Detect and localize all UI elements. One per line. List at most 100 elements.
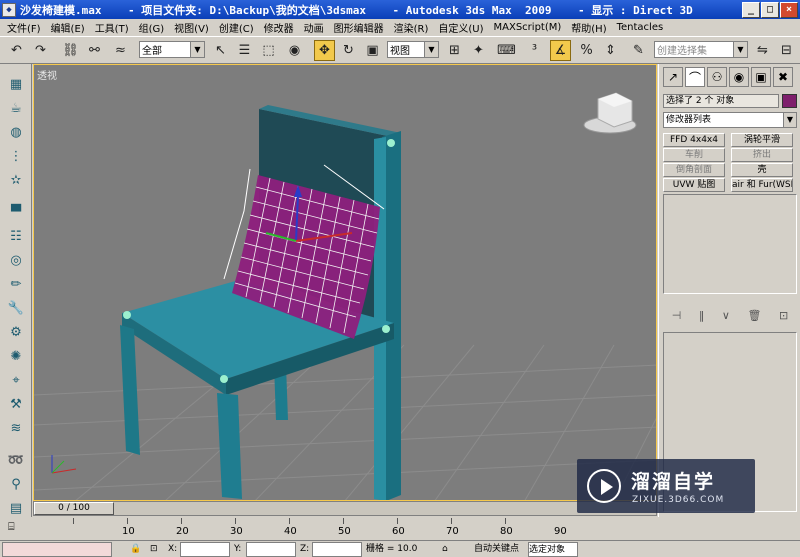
menu-help[interactable]: 帮助(H) (566, 20, 611, 35)
auto-key-button[interactable]: 自动关键点 (474, 542, 526, 557)
lock-icon[interactable]: 🔒 (130, 542, 144, 557)
menu-customize[interactable]: 自定义(U) (433, 20, 488, 35)
bones-icon[interactable]: ⚒ (6, 394, 26, 414)
ref-coord-dropdown[interactable]: 视图 ▼ (387, 41, 439, 58)
selected-object-dropdown[interactable]: 选定对象 (528, 542, 578, 557)
menu-animation[interactable]: 动画 (299, 20, 329, 35)
menu-graph-editors[interactable]: 图形编辑器 (329, 20, 389, 35)
layers-icon[interactable]: ☷ (6, 226, 26, 246)
absolute-mode-icon[interactable]: ⊡ (150, 542, 164, 557)
menu-group[interactable]: 组(G) (134, 20, 170, 35)
undo-icon[interactable]: ↶ (6, 40, 27, 61)
menu-views[interactable]: 视图(V) (169, 20, 214, 35)
maximize-button[interactable]: □ (761, 1, 779, 18)
modify-tab-icon[interactable]: ⌒ (685, 67, 705, 87)
hierarchy-tab-icon[interactable]: ⚇ (707, 67, 727, 87)
create-tab-icon[interactable]: ↗ (663, 67, 683, 87)
select-by-name-icon[interactable]: ☰ (234, 40, 255, 61)
scale-icon[interactable]: ▣ (362, 40, 383, 61)
minimize-button[interactable]: _ (742, 1, 760, 18)
grid-helper-icon[interactable]: ▦ (6, 74, 26, 94)
pin-stack-icon[interactable]: ⊣ (672, 309, 682, 322)
percent-snap-icon[interactable]: % (576, 40, 597, 61)
cloth-icon[interactable]: ▤ (6, 498, 26, 518)
select-object-icon[interactable]: ↖ (210, 40, 231, 61)
time-slider-thumb[interactable]: 0 / 100 (34, 502, 114, 515)
select-manipulate-icon[interactable]: ✦ (468, 40, 489, 61)
redo-icon[interactable]: ↷ (30, 40, 51, 61)
modifier-button-extrude[interactable]: 挤出 (731, 148, 793, 162)
menu-tools[interactable]: 工具(T) (90, 20, 134, 35)
maxscript-listener[interactable] (2, 542, 112, 557)
modifier-list-dropdown[interactable]: 修改器列表 ▼ (663, 112, 797, 128)
menu-file[interactable]: 文件(F) (2, 20, 46, 35)
display-tab-icon[interactable]: ▣ (751, 67, 771, 87)
window-crossing-icon[interactable]: ◉ (284, 40, 305, 61)
time-tag-icon[interactable]: ⌂ (442, 542, 470, 557)
pencil-icon[interactable]: ✏ (6, 274, 26, 294)
track-bar[interactable]: 10 20 30 40 50 60 70 80 90 (33, 516, 657, 540)
snaps-toggle-icon[interactable]: ³ (524, 40, 545, 61)
unlink-icon[interactable]: ⚯ (84, 40, 105, 61)
modifier-button-hair-fur[interactable]: air 和 Fur(WSM (731, 178, 793, 192)
left-toolbar: ▦ ☕ ◍ ⋮ ✫ ▀ ☷ ◎ ✏ 🔧 ⚙ ✺ ⌖ ⚒ ≋ ➿ ⚲ ▤ (0, 64, 32, 517)
gear-icon[interactable]: ⚙ (6, 322, 26, 342)
x-coordinate-field[interactable] (180, 542, 230, 557)
menu-edit[interactable]: 编辑(E) (46, 20, 90, 35)
filter-icon[interactable]: ⌸ (8, 520, 15, 534)
modifier-button-shell[interactable]: 壳 (731, 163, 793, 177)
motion-tab-icon[interactable]: ◉ (729, 67, 749, 87)
selection-filter-dropdown[interactable]: 全部 ▼ (139, 41, 205, 58)
menu-modifiers[interactable]: 修改器 (259, 20, 299, 35)
angle-snap-icon[interactable]: ∡ (550, 40, 571, 61)
viewport-label[interactable]: 透视 (37, 67, 57, 82)
biped-icon[interactable]: ⚲ (6, 474, 26, 494)
bind-space-warp-icon[interactable]: ≈ (110, 40, 131, 61)
menu-rendering[interactable]: 渲染(R) (389, 20, 434, 35)
utilities-tab-icon[interactable]: ✖ (773, 67, 793, 87)
select-link-icon[interactable]: ⛓ (60, 40, 81, 61)
box-icon[interactable]: ▀ (6, 202, 26, 222)
3ds-max-icon[interactable]: ◆ (2, 2, 16, 17)
mirror-icon[interactable]: ⇋ (752, 40, 773, 61)
menu-maxscript[interactable]: MAXScript(M) (489, 22, 567, 33)
tube-icon[interactable]: ◎ (6, 250, 26, 270)
modifier-button-ffd[interactable]: FFD 4x4x4 (663, 133, 725, 147)
spacewarp-icon[interactable]: ≋ (6, 418, 26, 438)
star-icon[interactable]: ✫ (6, 170, 26, 190)
align-icon[interactable]: ⊟ (776, 40, 797, 61)
show-end-result-icon[interactable]: ‖ (699, 309, 705, 322)
pivot-center-icon[interactable]: ⊞ (444, 40, 465, 61)
edit-named-selection-icon[interactable]: ✎ (628, 40, 649, 61)
rect-selection-icon[interactable]: ⬚ (258, 40, 279, 61)
sphere-icon[interactable]: ◍ (6, 122, 26, 142)
modifier-button-bevel-profile[interactable]: 倒角剖面 (663, 163, 725, 177)
modifier-button-turbosmooth[interactable]: 涡轮平滑 (731, 133, 793, 147)
view-cube[interactable] (583, 92, 637, 134)
move-icon[interactable]: ✥ (314, 40, 335, 61)
y-coordinate-field[interactable] (246, 542, 296, 557)
rotate-icon[interactable]: ↻ (338, 40, 359, 61)
menu-create[interactable]: 创建(C) (214, 20, 259, 35)
modifier-button-lathe[interactable]: 车削 (663, 148, 725, 162)
tentacle-icon[interactable]: ➿ (6, 450, 26, 470)
keyboard-shortcut-icon[interactable]: ⌨ (496, 40, 517, 61)
cylinder-icon[interactable]: ⋮ (6, 146, 26, 166)
perspective-viewport[interactable]: 透视 (33, 64, 657, 501)
configure-sets-icon[interactable]: ⊡ (779, 309, 788, 322)
menu-tentacles[interactable]: Tentacles (612, 22, 669, 33)
teapot-icon[interactable]: ☕ (6, 98, 26, 118)
modifier-button-uvw-map[interactable]: UVW 贴图 (663, 178, 725, 192)
z-coordinate-field[interactable] (312, 542, 362, 557)
object-color-swatch[interactable] (782, 94, 797, 108)
camera-icon[interactable]: ⌖ (6, 370, 26, 390)
named-selection-dropdown[interactable]: 创建选择集 ▼ (654, 41, 748, 58)
light-icon[interactable]: ✺ (6, 346, 26, 366)
make-unique-icon[interactable]: ∨ (722, 309, 730, 322)
wrench-icon[interactable]: 🔧 (6, 298, 26, 318)
close-button[interactable]: × (780, 1, 798, 18)
remove-modifier-icon[interactable]: 🗑 (748, 309, 762, 322)
time-slider[interactable]: 0 / 100 (33, 501, 657, 516)
modifier-stack-list[interactable] (663, 194, 797, 294)
spinner-snap-icon[interactable]: ⇕ (600, 40, 621, 61)
